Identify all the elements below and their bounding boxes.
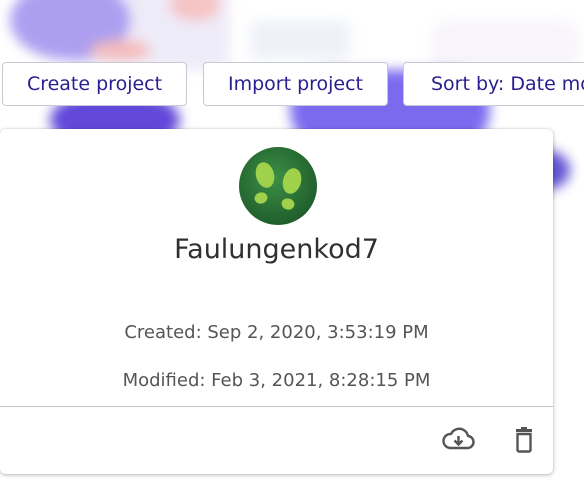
- project-name: Faulungenkod7: [174, 234, 379, 265]
- project-card[interactable]: Faulungenkod7 Created: Sep 2, 2020, 3:53…: [0, 129, 553, 474]
- card-divider: [0, 406, 553, 407]
- footprints-icon: [238, 146, 318, 226]
- modified-date: Modified: Feb 3, 2021, 8:28:15 PM: [122, 370, 431, 391]
- import-project-button[interactable]: Import project: [203, 62, 388, 106]
- created-date: Created: Sep 2, 2020, 3:53:19 PM: [124, 322, 429, 343]
- cloud-download-icon[interactable]: [440, 425, 476, 455]
- workspace: Create project Import project Sort by: D…: [0, 0, 584, 500]
- trash-icon[interactable]: [506, 425, 542, 455]
- create-project-button[interactable]: Create project: [2, 62, 187, 106]
- sort-by-dropdown[interactable]: Sort by: Date modified: [403, 62, 584, 106]
